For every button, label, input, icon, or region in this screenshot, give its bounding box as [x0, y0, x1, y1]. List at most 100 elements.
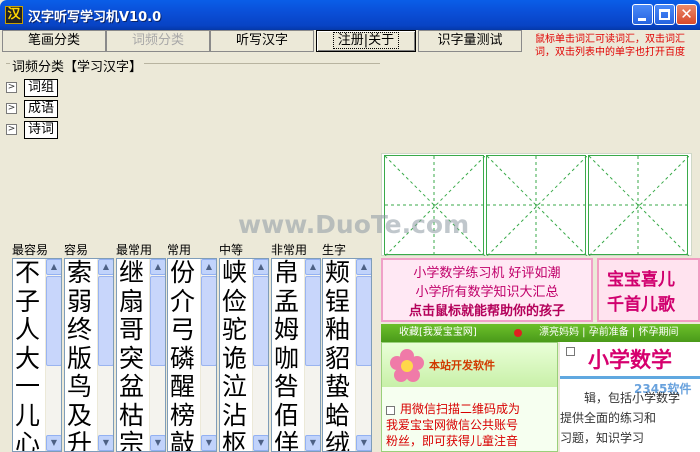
char-list-uncommon[interactable]: 帛 孟 姆 咖 咎 佰 佯 ▲ ▼: [271, 258, 321, 452]
scroll-thumb[interactable]: [253, 276, 268, 366]
list-item[interactable]: 帛: [274, 259, 306, 288]
maximize-button[interactable]: [654, 4, 675, 25]
scrollbar[interactable]: ▲ ▼: [200, 259, 216, 451]
scroll-up-icon[interactable]: ▲: [356, 259, 371, 275]
list-item[interactable]: 釉: [325, 316, 357, 345]
minimize-button[interactable]: [632, 4, 653, 25]
list-item[interactable]: 子: [15, 287, 47, 317]
list-item[interactable]: 沾: [222, 401, 254, 431]
list-item[interactable]: 介: [170, 287, 202, 317]
scrollbar[interactable]: ▲ ▼: [45, 259, 61, 451]
list-item[interactable]: 终: [67, 316, 99, 345]
list-item[interactable]: 锃: [325, 287, 357, 317]
list-item[interactable]: 人: [15, 316, 47, 345]
list-item[interactable]: 大: [15, 344, 47, 374]
practice-cell[interactable]: [588, 155, 689, 256]
tree-item-label[interactable]: 词组: [24, 79, 59, 97]
scroll-thumb[interactable]: [150, 276, 165, 366]
scrollbar[interactable]: ▲ ▼: [149, 259, 165, 451]
register-about-button[interactable]: 注册|关于: [316, 30, 416, 52]
list-item[interactable]: 枯: [119, 401, 151, 431]
list-item[interactable]: 索: [67, 259, 99, 288]
expand-icon[interactable]: >: [6, 124, 17, 135]
list-item[interactable]: 枢: [222, 430, 254, 451]
list-item[interactable]: 醒: [170, 373, 202, 402]
tree-item-label[interactable]: 成语: [24, 100, 59, 118]
list-item[interactable]: 版: [67, 344, 99, 374]
list-item[interactable]: 一: [15, 373, 47, 402]
list-item[interactable]: 不: [15, 259, 47, 288]
scroll-up-icon[interactable]: ▲: [305, 259, 320, 275]
list-item[interactable]: 蛤: [325, 401, 357, 431]
expand-icon[interactable]: >: [6, 103, 17, 114]
scroll-up-icon[interactable]: ▲: [150, 259, 165, 275]
list-item[interactable]: 蛰: [325, 373, 357, 402]
scroll-down-icon[interactable]: ▼: [46, 435, 61, 451]
scroll-thumb[interactable]: [201, 276, 216, 366]
list-item[interactable]: 心: [15, 430, 47, 451]
scroll-up-icon[interactable]: ▲: [201, 259, 216, 275]
stroke-category-button[interactable]: 笔画分类: [2, 30, 106, 52]
favorite-link[interactable]: 收藏[我爱宝宝网]: [399, 324, 477, 342]
list-item[interactable]: 哥: [119, 316, 151, 345]
list-item[interactable]: 突: [119, 344, 151, 374]
list-item[interactable]: 绒: [325, 430, 357, 451]
tree-item-label[interactable]: 诗词: [24, 121, 59, 139]
list-item[interactable]: 宗: [119, 430, 151, 451]
list-item[interactable]: 俭: [222, 287, 254, 317]
char-list-most-common[interactable]: 继 扇 哥 突 盆 枯 宗 ▲ ▼: [116, 258, 166, 452]
list-item[interactable]: 继: [119, 259, 151, 288]
char-list-easy[interactable]: 索 弱 终 版 鸟 及 升 ▲ ▼: [64, 258, 114, 452]
list-item[interactable]: 份: [170, 259, 202, 288]
site-nav-bar[interactable]: 收藏[我爱宝宝网] 漂亮妈妈 | 孕前准备 | 怀孕期间: [381, 324, 700, 342]
math-article[interactable]: 小学数学 2345软件 辑，包括小学数学 提供全面的练习和 习题，知识学习: [560, 342, 700, 452]
scroll-up-icon[interactable]: ▲: [253, 259, 268, 275]
scrollbar[interactable]: ▲ ▼: [304, 259, 320, 451]
scrollbar[interactable]: ▲ ▼: [355, 259, 371, 451]
char-list-easiest[interactable]: 不 子 人 大 一 儿 心 ▲ ▼: [12, 258, 62, 452]
scroll-down-icon[interactable]: ▼: [201, 435, 216, 451]
char-list-medium[interactable]: 峡 俭 驼 诡 泣 沾 枢 ▲ ▼: [219, 258, 269, 452]
scroll-thumb[interactable]: [305, 276, 320, 366]
scroll-up-icon[interactable]: ▲: [46, 259, 61, 275]
scrollbar[interactable]: ▲ ▼: [252, 259, 268, 451]
scroll-thumb[interactable]: [46, 276, 61, 366]
list-item[interactable]: 孟: [274, 287, 306, 317]
list-item[interactable]: 弓: [170, 316, 202, 345]
close-button[interactable]: ✕: [676, 4, 697, 25]
expand-icon[interactable]: >: [6, 82, 17, 93]
list-item[interactable]: 驼: [222, 316, 254, 345]
list-item[interactable]: 弱: [67, 287, 99, 317]
nav-links[interactable]: 漂亮妈妈 | 孕前准备 | 怀孕期间: [539, 324, 678, 342]
practice-cell[interactable]: [486, 155, 587, 256]
scroll-down-icon[interactable]: ▼: [305, 435, 320, 451]
list-item[interactable]: 榜: [170, 401, 202, 431]
list-item[interactable]: 貂: [325, 344, 357, 374]
list-item[interactable]: 诡: [222, 344, 254, 374]
list-item[interactable]: 及: [67, 401, 99, 431]
dictation-button[interactable]: 听写汉字: [210, 30, 314, 52]
list-item[interactable]: 佯: [274, 430, 306, 451]
list-item[interactable]: 扇: [119, 287, 151, 317]
math-trainer-ad[interactable]: 小学数学练习机 好评如潮 小学所有数学知识大汇总 点击鼠标就能帮助你的孩子: [381, 258, 593, 322]
scroll-down-icon[interactable]: ▼: [253, 435, 268, 451]
wechat-promo[interactable]: 本站开发软件 用微信扫描二维码成为 我爱宝宝网微信公共账号 粉丝，即可获得儿童注…: [381, 342, 558, 452]
list-item[interactable]: 佰: [274, 401, 306, 431]
list-item[interactable]: 咎: [274, 373, 306, 402]
practice-cell[interactable]: [384, 155, 485, 256]
scrollbar[interactable]: ▲ ▼: [97, 259, 113, 451]
kids-songs-ad[interactable]: 宝宝喜儿 千首儿歌: [597, 258, 700, 322]
literacy-test-button[interactable]: 识字量测试: [418, 30, 522, 52]
list-item[interactable]: 磷: [170, 344, 202, 374]
list-item[interactable]: 颊: [325, 259, 357, 288]
list-item[interactable]: 盆: [119, 373, 151, 402]
list-item[interactable]: 敲: [170, 430, 202, 451]
scroll-thumb[interactable]: [98, 276, 113, 366]
list-item[interactable]: 咖: [274, 344, 306, 374]
scroll-thumb[interactable]: [356, 276, 371, 366]
char-list-common[interactable]: 份 介 弓 磷 醒 榜 敲 ▲ ▼: [167, 258, 217, 452]
scroll-down-icon[interactable]: ▼: [150, 435, 165, 451]
scroll-down-icon[interactable]: ▼: [98, 435, 113, 451]
checkbox[interactable]: [566, 347, 575, 356]
scroll-down-icon[interactable]: ▼: [356, 435, 371, 451]
